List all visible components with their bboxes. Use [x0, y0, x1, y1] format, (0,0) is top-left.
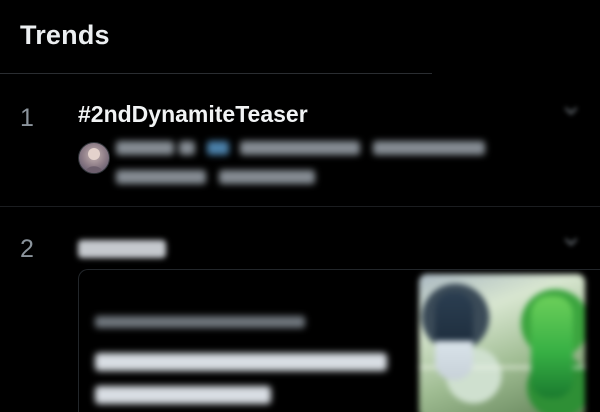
trend-item-2[interactable]: 2 [0, 207, 600, 412]
news-source-blurred [95, 311, 305, 331]
trend-item-1[interactable]: 1 #2ndDynamiteTeaser [0, 74, 600, 207]
trend-name[interactable]: #2ndDynamiteTeaser [78, 101, 308, 128]
trends-header: Trends [0, 0, 600, 74]
page-title: Trends [20, 20, 110, 50]
trend-context-blurred-line-2 [116, 166, 316, 188]
avatar [78, 142, 110, 174]
trend-name-blurred[interactable] [78, 234, 166, 261]
trend-rank: 1 [20, 104, 34, 132]
chevron-down-icon[interactable] [562, 233, 580, 251]
chevron-down-icon[interactable] [562, 102, 580, 120]
trend-context-blurred [116, 137, 486, 159]
news-card[interactable] [78, 269, 600, 412]
news-thumbnail[interactable] [419, 274, 585, 412]
emoji-icon [206, 140, 229, 155]
trend-rank: 2 [20, 235, 34, 263]
trends-page: Trends 1 #2ndDynamiteTeaser 2 [0, 0, 600, 412]
news-headline-blurred [95, 344, 405, 410]
